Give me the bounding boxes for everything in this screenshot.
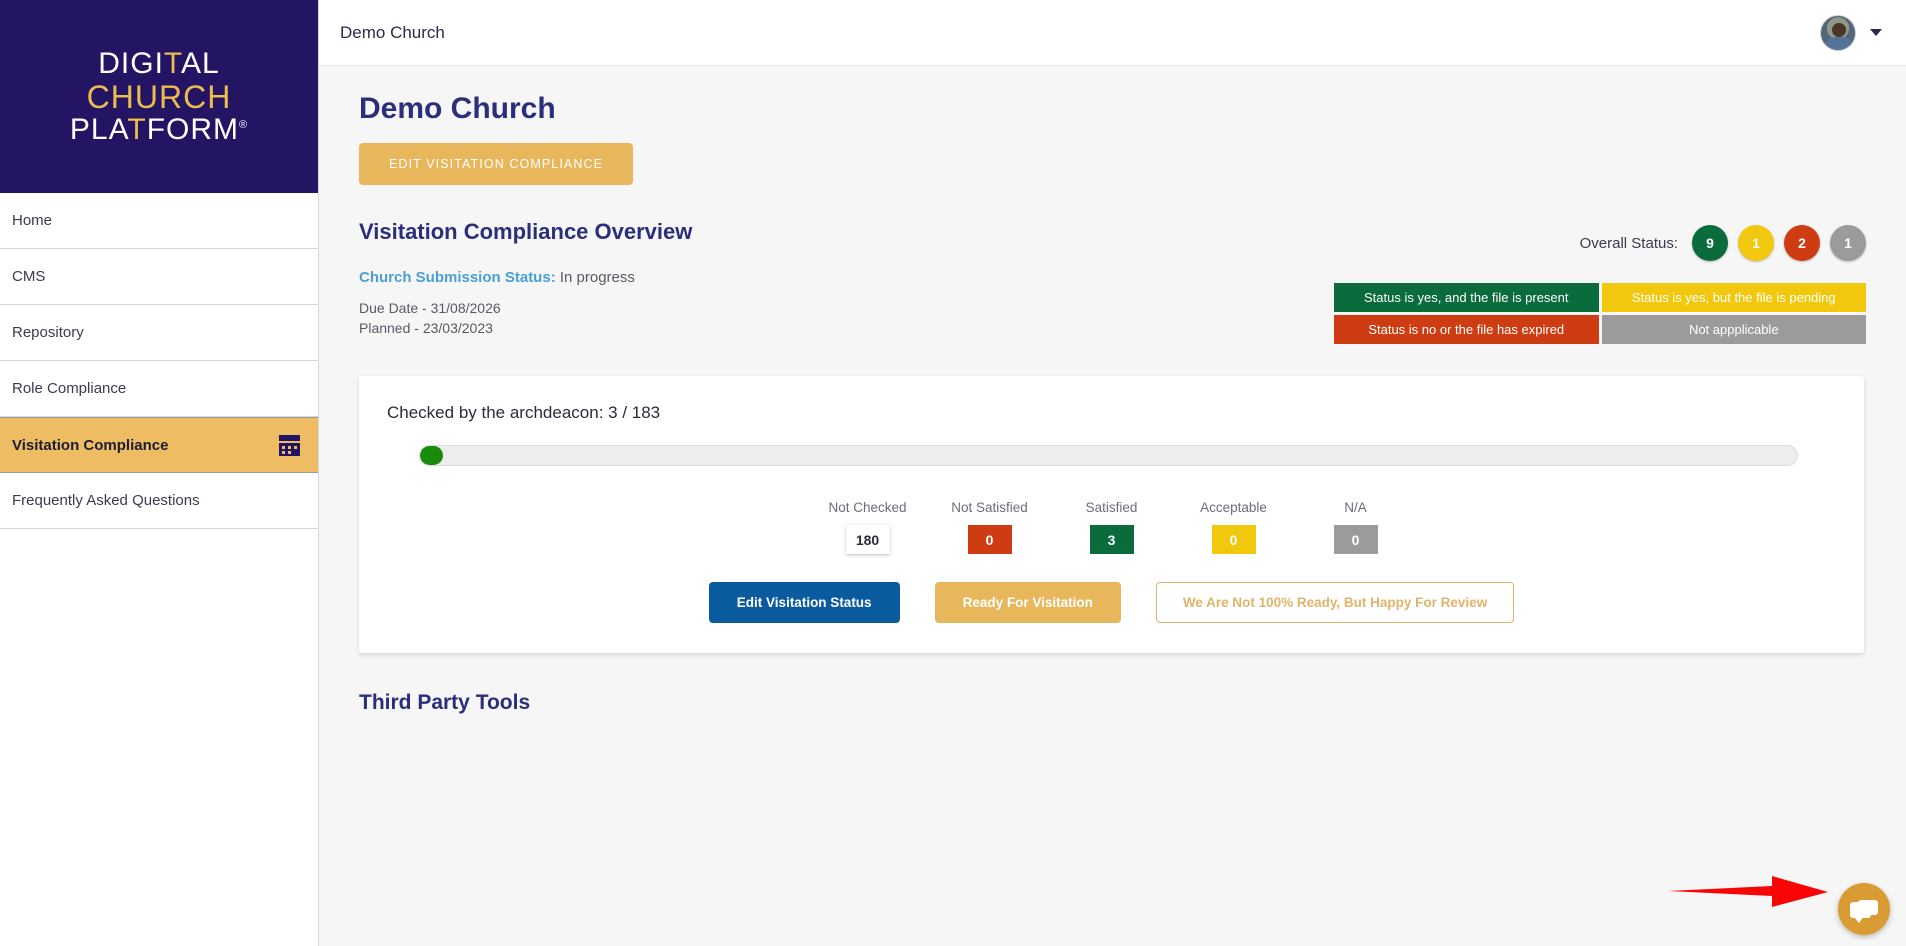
avatar[interactable]: [1820, 14, 1856, 51]
sidebar-item-label: Role Compliance: [12, 380, 127, 397]
registered-mark: ®: [239, 118, 249, 131]
topbar-title: Demo Church: [340, 22, 445, 42]
status-badge-green: 9: [1692, 225, 1728, 261]
sidebar-item-role-compliance[interactable]: Role Compliance: [0, 361, 318, 417]
counter-not-satisfied: Not Satisfied 0: [929, 500, 1051, 554]
counter-value: 3: [1089, 525, 1134, 554]
sidebar-item-label: Frequently Asked Questions: [12, 492, 200, 509]
topbar: Demo Church: [319, 0, 1906, 66]
sidebar-item-visitation-compliance[interactable]: Visitation Compliance: [0, 417, 318, 473]
status-badge-grey: 1: [1830, 225, 1866, 261]
overall-status-label: Overall Status:: [1579, 234, 1678, 252]
counter-satisfied: Satisfied 3: [1051, 500, 1173, 554]
edit-visitation-compliance-button[interactable]: EDIT VISITATION COMPLIANCE: [359, 143, 634, 185]
chevron-down-icon[interactable]: [1870, 29, 1882, 36]
legend-item-not-applicable: Not appplicable: [1601, 315, 1866, 344]
sidebar-item-label: Home: [12, 212, 53, 229]
sidebar-item-cms[interactable]: CMS: [0, 249, 318, 305]
sidebar-nav: Home CMS Repository Role Compliance Visi…: [0, 193, 318, 529]
status-badge-yellow: 1: [1738, 225, 1774, 261]
counter-label: Acceptable: [1200, 500, 1267, 515]
brand-line-3: PLATFORM®: [69, 112, 249, 146]
legend-item-expired: Status is no or the file has expired: [1334, 315, 1599, 344]
progress-bar: [419, 445, 1798, 466]
edit-visitation-status-button[interactable]: Edit Visitation Status: [708, 582, 900, 623]
archdeacon-progress-heading: Checked by the archdeacon: 3 / 183: [387, 403, 661, 422]
red-arrow-pointer: [1668, 876, 1828, 907]
counter-value: 0: [967, 525, 1012, 554]
sidebar-item-label: CMS: [12, 268, 46, 285]
planned-date: Planned - 23/03/2023: [359, 320, 493, 337]
status-counters: Not Checked 180 Not Satisfied 0 Satisfie…: [387, 500, 1836, 554]
page-content: Demo Church EDIT VISITATION COMPLIANCE V…: [319, 66, 1906, 946]
main-region: Demo Church Demo Church EDIT VISITATION …: [319, 0, 1906, 946]
submission-status-label: Church Submission Status:: [359, 269, 556, 286]
submission-status-value: In progress: [559, 269, 635, 286]
counter-label: N/A: [1344, 500, 1367, 515]
cross-glyph-2: T: [127, 112, 147, 146]
counter-acceptable: Acceptable 0: [1173, 500, 1295, 554]
counter-value: 180: [845, 525, 890, 554]
chat-widget-button[interactable]: [1838, 883, 1890, 935]
overall-status: Overall Status: 9 1 2 1: [1334, 225, 1866, 261]
brand-line-1: DIGITAL: [98, 46, 220, 80]
brand-logo-text: DIGITAL CHURCH PLATFORM®: [69, 46, 249, 146]
app-root: DIGITAL CHURCH PLATFORM® Home CMS Reposi…: [0, 0, 1906, 946]
submission-block: Church Submission Status: In progress Du…: [359, 269, 692, 339]
status-badge-red: 2: [1784, 225, 1820, 261]
counter-na: N/A 0: [1295, 500, 1417, 554]
sidebar-item-label: Visitation Compliance: [12, 436, 169, 454]
ready-for-visitation-button[interactable]: Ready For Visitation: [934, 582, 1121, 623]
counter-label: Not Satisfied: [951, 500, 1028, 515]
counter-not-checked: Not Checked 180: [807, 500, 929, 554]
counter-label: Satisfied: [1085, 500, 1138, 515]
sidebar-item-repository[interactable]: Repository: [0, 305, 318, 361]
third-party-tools-title: Third Party Tools: [359, 691, 531, 714]
overview-right: Overall Status: 9 1 2 1 Status is yes, a…: [1334, 219, 1866, 344]
brand-logo[interactable]: DIGITAL CHURCH PLATFORM®: [0, 0, 318, 193]
section-title: Visitation Compliance Overview: [359, 219, 693, 244]
cross-glyph-1: T: [163, 46, 182, 80]
overview-header-row: Visitation Compliance Overview Church Su…: [359, 219, 1866, 344]
calendar-icon: [279, 434, 300, 456]
sidebar-item-home[interactable]: Home: [0, 193, 318, 249]
not-ready-happy-for-review-button[interactable]: We Are Not 100% Ready, But Happy For Rev…: [1155, 582, 1515, 623]
status-legend: Status is yes, and the file is present S…: [1334, 283, 1866, 344]
legend-item-present: Status is yes, and the file is present: [1334, 283, 1599, 312]
counter-value: 0: [1211, 525, 1256, 554]
user-menu[interactable]: [1820, 14, 1882, 51]
legend-item-pending: Status is yes, but the file is pending: [1601, 283, 1866, 312]
sidebar-item-faq[interactable]: Frequently Asked Questions: [0, 473, 318, 529]
counter-label: Not Checked: [828, 500, 907, 515]
church-submission-status: Church Submission Status: In progress: [359, 269, 692, 286]
progress-card: Checked by the archdeacon: 3 / 183 Not C…: [359, 376, 1864, 653]
progress-bar-fill: [420, 446, 443, 465]
brand-line-2: CHURCH: [86, 78, 232, 115]
sidebar-item-label: Repository: [12, 324, 84, 341]
due-date: Due Date - 31/08/2026: [359, 300, 501, 316]
page-title: Demo Church: [359, 92, 556, 125]
card-actions: Edit Visitation Status Ready For Visitat…: [387, 582, 1836, 623]
counter-value: 0: [1333, 525, 1378, 554]
overview-left: Visitation Compliance Overview Church Su…: [359, 219, 692, 339]
sidebar: DIGITAL CHURCH PLATFORM® Home CMS Reposi…: [0, 0, 319, 946]
